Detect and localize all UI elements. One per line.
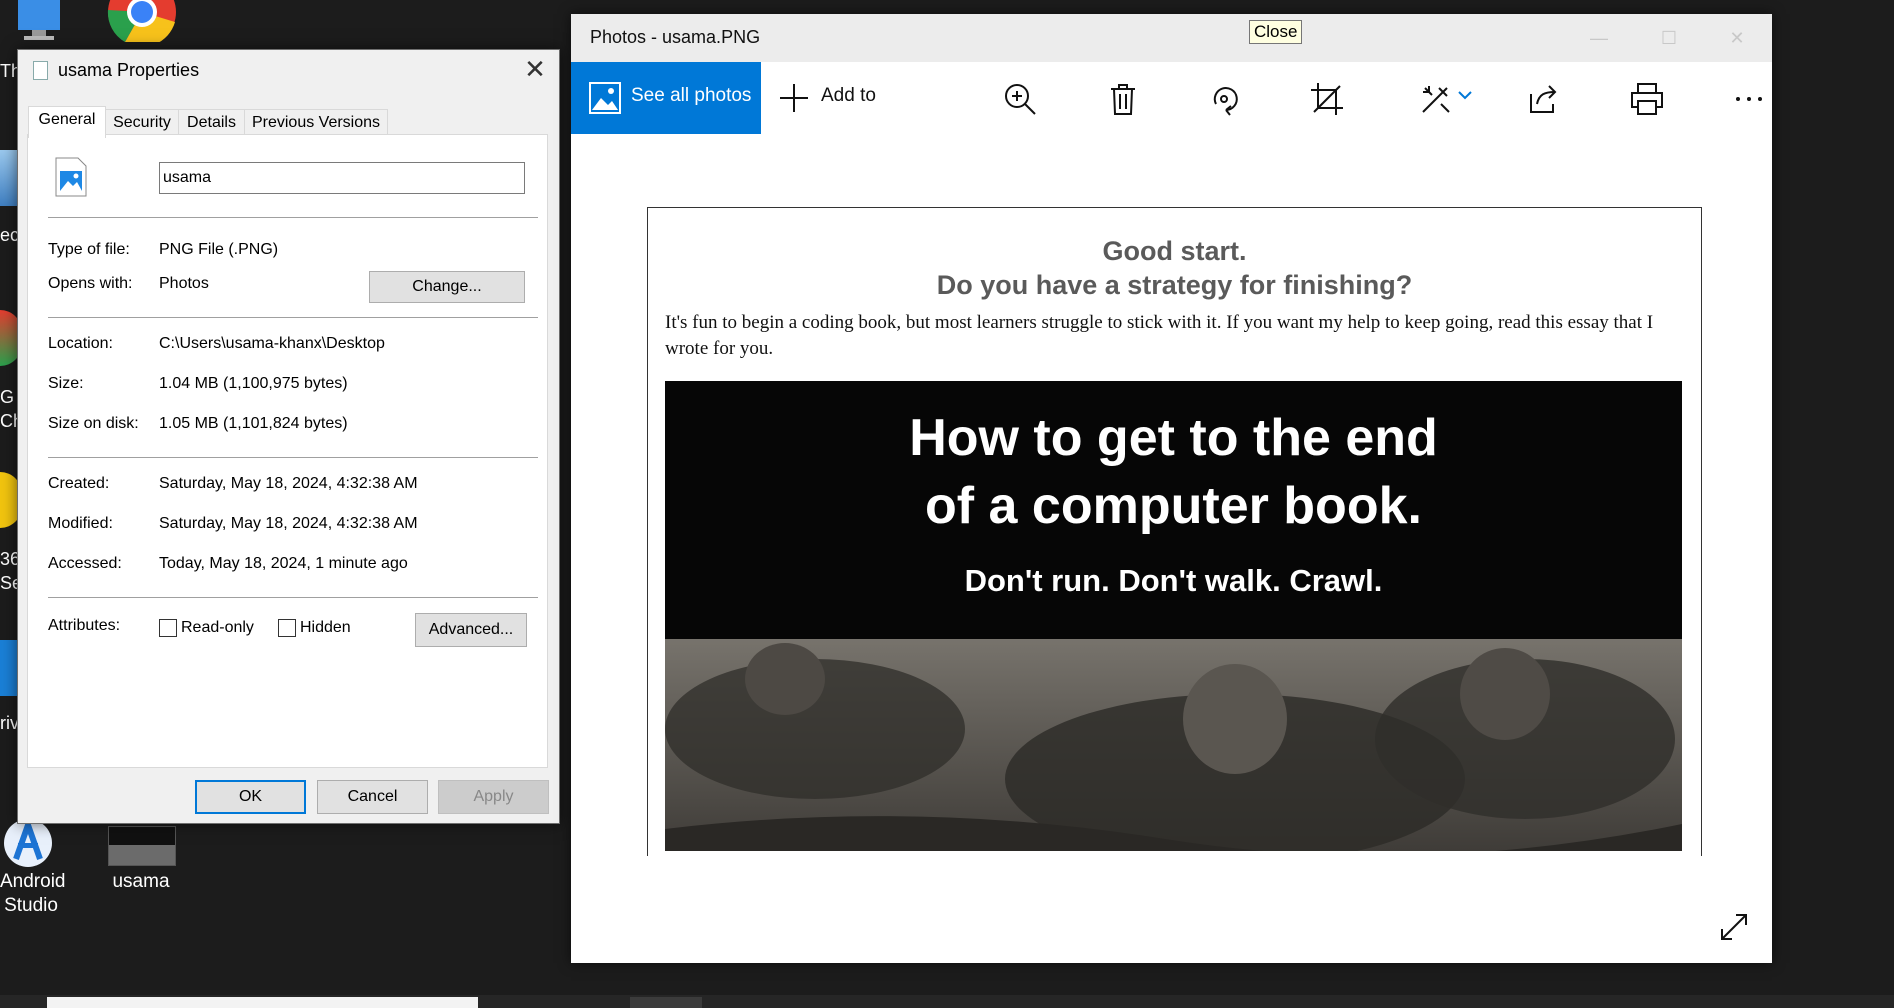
tab-previous-versions[interactable]: Previous Versions <box>244 109 388 136</box>
rotate-icon[interactable] <box>1208 82 1242 116</box>
image-heading-line1: Good start. <box>1102 236 1247 266</box>
type-label: Type of file: <box>48 241 130 258</box>
photos-toolbar: See all photos Add to <box>571 62 1772 134</box>
properties-dialog: usama Properties ✕ General Security Deta… <box>17 49 560 824</box>
separator <box>48 597 538 598</box>
taskbar <box>0 995 1894 1008</box>
tab-security[interactable]: Security <box>105 109 179 136</box>
zoom-in-icon[interactable] <box>1003 82 1037 116</box>
modified-value: Saturday, May 18, 2024, 4:32:38 AM <box>159 515 418 532</box>
add-to-label: Add to <box>821 85 876 106</box>
readonly-label[interactable]: Read-only <box>181 619 254 637</box>
window-title: Photos - usama.PNG <box>590 27 761 47</box>
type-value: PNG File (.PNG) <box>159 241 279 258</box>
photo-gallery-icon <box>589 82 621 114</box>
image-file-icon <box>55 157 87 197</box>
size-on-disk-label: Size on disk: <box>48 415 139 432</box>
attributes-label: Attributes: <box>48 617 121 634</box>
image-banner: How to get to the end of a computer book… <box>665 381 1682 851</box>
accessed-label: Accessed: <box>48 555 122 572</box>
file-icon <box>33 61 48 80</box>
advanced-button[interactable]: Advanced... <box>415 613 527 647</box>
change-button[interactable]: Change... <box>369 271 525 303</box>
image-paragraph: It's fun to begin a coding book, but mos… <box>665 312 1654 359</box>
separator <box>48 457 538 458</box>
see-all-photos-label: See all photos <box>631 85 752 106</box>
dialog-title: usama Properties <box>58 60 200 80</box>
minimize-button[interactable]: — <box>1564 14 1634 62</box>
location-label: Location: <box>48 335 113 352</box>
separator <box>48 217 538 218</box>
usama-file-thumbnail[interactable] <box>108 826 176 866</box>
readonly-checkbox[interactable] <box>159 619 177 637</box>
banner-line1: How to get to the end <box>909 409 1438 467</box>
print-icon[interactable] <box>1630 82 1664 116</box>
general-panel: Type of file: PNG File (.PNG) Opens with… <box>27 134 548 768</box>
image-heading-line2: Do you have a strategy for finishing? <box>936 270 1413 300</box>
taskbar-search-box[interactable] <box>47 997 478 1008</box>
apply-button[interactable]: Apply <box>438 780 549 814</box>
filename-input[interactable] <box>159 162 525 194</box>
desktop-icon-label: usama <box>112 871 170 892</box>
separator <box>48 317 538 318</box>
share-icon[interactable] <box>1527 82 1561 116</box>
ok-button[interactable]: OK <box>195 780 306 814</box>
desktop-edge-label: G <box>0 387 15 407</box>
desktop-icon-label: Android Studio <box>0 871 66 916</box>
more-icon[interactable] <box>1732 82 1766 116</box>
maximize-button[interactable]: ☐ <box>1634 14 1704 62</box>
location-value: C:\Users\usama-khanx\Desktop <box>159 335 385 352</box>
close-icon[interactable]: ✕ <box>521 56 549 84</box>
tab-details[interactable]: Details <box>178 109 245 136</box>
banner-line3: Don't run. Don't walk. Crawl. <box>964 563 1383 598</box>
size-value: 1.04 MB (1,100,975 bytes) <box>159 375 348 392</box>
banner-line2: of a computer book. <box>925 477 1422 535</box>
cancel-button[interactable]: Cancel <box>317 780 428 814</box>
delete-icon[interactable] <box>1106 82 1140 116</box>
mud-crawl-photo <box>665 639 1682 851</box>
opens-with-label: Opens with: <box>48 275 133 292</box>
displayed-image: Good start. Do you have a strategy for f… <box>647 207 1702 856</box>
taskbar-active-app[interactable] <box>630 997 702 1008</box>
close-tooltip: Close <box>1249 20 1303 44</box>
chrome-icon[interactable] <box>105 0 179 47</box>
title-bar: Photos - usama.PNG — ☐ ✕ <box>571 14 1772 62</box>
see-all-photos-button[interactable]: See all photos <box>571 62 761 134</box>
plus-icon <box>780 84 808 112</box>
tab-general[interactable]: General <box>28 106 106 138</box>
opens-with-value: Photos <box>159 275 209 292</box>
hidden-label[interactable]: Hidden <box>300 619 351 637</box>
hidden-checkbox[interactable] <box>278 619 296 637</box>
this-pc-icon[interactable] <box>14 0 64 42</box>
chevron-down-icon[interactable] <box>1457 82 1473 116</box>
size-label: Size: <box>48 375 84 392</box>
photos-window: Photos - usama.PNG — ☐ ✕ See all photos … <box>571 14 1772 963</box>
edit-icon[interactable] <box>1419 82 1453 116</box>
accessed-value: Today, May 18, 2024, 1 minute ago <box>159 555 408 572</box>
created-label: Created: <box>48 475 110 492</box>
expand-icon[interactable] <box>1719 912 1749 942</box>
created-value: Saturday, May 18, 2024, 4:32:38 AM <box>159 475 418 492</box>
close-button[interactable]: ✕ <box>1702 14 1772 62</box>
crop-icon[interactable] <box>1310 82 1344 116</box>
size-on-disk-value: 1.05 MB (1,101,824 bytes) <box>159 415 348 432</box>
modified-label: Modified: <box>48 515 113 532</box>
